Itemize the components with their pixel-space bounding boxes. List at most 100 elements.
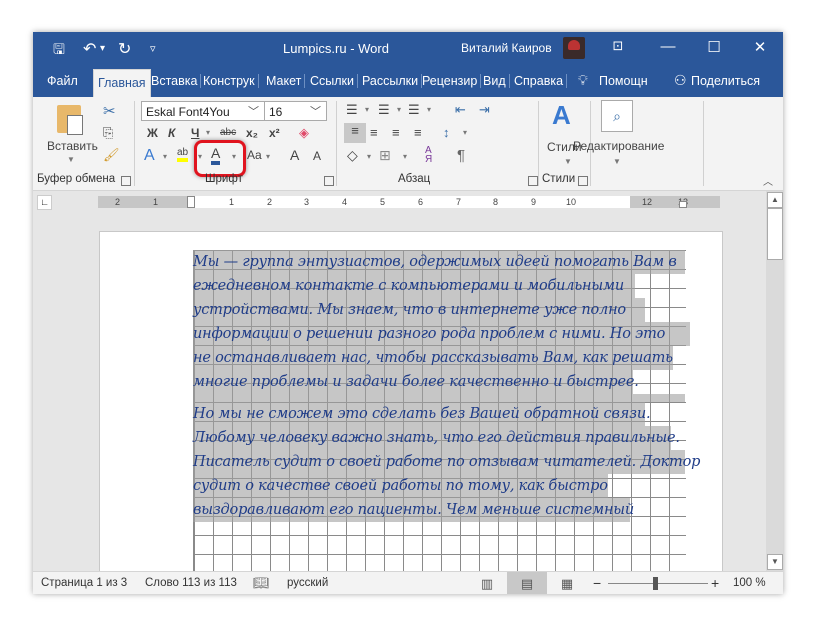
tab-review[interactable]: Рецензир (422, 74, 482, 88)
ribbon-display-options-icon[interactable]: ⊡ (603, 38, 633, 54)
font-launcher-icon[interactable] (324, 176, 334, 186)
bullets-icon[interactable]: ☰ (346, 102, 358, 118)
highlight-color-button[interactable]: ab (177, 147, 189, 162)
maximize-button[interactable]: ☐ (699, 38, 729, 56)
save-icon[interactable]: 🖫 (53, 39, 65, 63)
text-line[interactable]: Мы — группа энтузиастов, одержимых идеей… (193, 250, 685, 274)
text-line[interactable]: многие проблемы и задачи более качествен… (193, 370, 639, 394)
borders-dropdown-icon[interactable]: ▾ (403, 152, 407, 161)
paragraph-launcher-icon[interactable] (528, 176, 538, 186)
language[interactable]: русский (287, 577, 328, 589)
paste-dropdown-icon[interactable]: ▼ (67, 155, 75, 164)
bold-button[interactable]: Ж (147, 126, 158, 140)
superscript-button[interactable]: x² (269, 126, 280, 140)
read-mode-icon[interactable]: ▥ (467, 572, 507, 594)
undo-dropdown-icon[interactable]: ▾ (100, 43, 105, 54)
text-line[interactable]: судит о качестве своей работы по тому, к… (193, 474, 608, 498)
find-icon[interactable]: ⌕ (601, 100, 633, 132)
numbering-dropdown-icon[interactable]: ▾ (397, 105, 401, 114)
strikethrough-button[interactable]: abc (220, 127, 236, 138)
tab-layout[interactable]: Макет (266, 74, 306, 88)
cut-icon[interactable]: ✂ (103, 102, 116, 120)
text-line[interactable]: выздоравливают его пациенты. Чем меньше … (193, 498, 634, 522)
scroll-up-icon[interactable]: ▲ (767, 192, 783, 208)
undo-icon[interactable]: ↶ (83, 39, 96, 59)
styles-launcher-icon[interactable] (578, 176, 588, 186)
vertical-scrollbar[interactable]: ▲ ▼ (766, 191, 783, 571)
text-line[interactable]: устройствами. Мы знаем, что в интернете … (193, 298, 645, 322)
line-spacing-dropdown-icon[interactable]: ▾ (463, 128, 467, 137)
paste-icon[interactable] (57, 105, 83, 135)
editing-dropdown-icon[interactable]: ▼ (613, 157, 621, 166)
paste-button[interactable]: Вставить (47, 139, 98, 153)
text-line[interactable]: Но мы не сможем это сделать без Вашей об… (193, 402, 651, 426)
share-button[interactable]: Поделиться (691, 74, 760, 88)
align-left-button[interactable]: ≡ (344, 123, 366, 143)
customize-qat-icon[interactable]: ▿ (150, 42, 156, 55)
font-size-combo[interactable]: 16 ﹀ (264, 101, 327, 121)
tab-help[interactable]: Справка (514, 74, 568, 88)
text-line[interactable]: не останавливает нас, чтобы рассказывать… (193, 346, 673, 370)
underline-button[interactable]: Ч (191, 126, 199, 140)
align-center-button[interactable]: ≡ (370, 125, 378, 140)
user-name[interactable]: Виталий Каиров (461, 41, 552, 55)
styles-dropdown-icon[interactable]: ▼ (564, 157, 572, 166)
page-count[interactable]: Страница 1 из 3 (41, 577, 127, 589)
clipboard-launcher-icon[interactable] (121, 176, 131, 186)
print-layout-icon[interactable]: ▤ (507, 572, 547, 594)
justify-button[interactable]: ≡ (414, 125, 422, 140)
styles-icon[interactable]: A (552, 100, 571, 131)
zoom-slider-thumb[interactable] (653, 577, 658, 590)
zoom-slider[interactable] (608, 583, 708, 584)
editing-button[interactable]: Редактирование (573, 139, 664, 153)
bullets-dropdown-icon[interactable]: ▾ (365, 105, 369, 114)
show-marks-button[interactable]: ¶ (457, 147, 465, 164)
word-count[interactable]: Слово 113 из 113 (145, 577, 237, 589)
sort-icon[interactable]: AЯ (425, 146, 432, 165)
tab-home[interactable]: Главная (93, 69, 151, 98)
page[interactable]: Мы — группа энтузиастов, одержимых идеей… (99, 231, 723, 571)
change-case-dropdown-icon[interactable]: ▾ (266, 152, 270, 161)
grow-font-button[interactable]: A (290, 147, 299, 163)
shading-dropdown-icon[interactable]: ▾ (367, 152, 371, 161)
multilevel-list-icon[interactable]: ☰ (408, 102, 420, 118)
zoom-out-button[interactable]: − (593, 575, 601, 591)
line-spacing-icon[interactable]: ↕ (443, 125, 450, 140)
format-painter-icon[interactable]: 🖌︎ (103, 147, 120, 163)
shrink-font-button[interactable]: A (313, 149, 321, 163)
underline-dropdown-icon[interactable]: ▾ (206, 128, 210, 137)
text-effects-dropdown-icon[interactable]: ▾ (163, 152, 167, 161)
clear-formatting-icon[interactable]: ◈ (299, 125, 309, 141)
text-line[interactable]: Любому человеку важно знать, что его дей… (193, 426, 680, 450)
proofing-icon[interactable]: 📖︎ (253, 575, 270, 591)
redo-icon[interactable]: ↻ (118, 39, 131, 59)
collapse-ribbon-icon[interactable]: ︿ (763, 173, 773, 188)
scroll-down-icon[interactable]: ▼ (767, 554, 783, 570)
tab-selector-icon[interactable]: ∟ (37, 195, 52, 210)
text-line[interactable]: Писатель судит о своей работе по отзывам… (193, 450, 700, 474)
subscript-button[interactable]: x₂ (246, 126, 258, 140)
shading-icon[interactable]: ◇ (347, 147, 358, 164)
zoom-level[interactable]: 100 % (733, 577, 766, 589)
tab-view[interactable]: Вид (483, 74, 510, 88)
close-button[interactable]: ✕ (745, 38, 775, 56)
horizontal-ruler[interactable]: 2 1 1 2 3 4 5 6 7 8 9 10 12 13 (98, 196, 720, 208)
text-effects-icon[interactable]: A (144, 147, 155, 165)
font-name-combo[interactable]: Eskal Font4You ﹀ (141, 101, 265, 121)
numbering-icon[interactable]: ☰ (378, 102, 390, 118)
zoom-in-button[interactable]: + (711, 575, 719, 591)
decrease-indent-icon[interactable]: ⇤ (455, 102, 466, 118)
change-case-button[interactable]: Aa (247, 148, 262, 162)
scroll-thumb[interactable] (767, 208, 783, 260)
avatar[interactable] (563, 37, 585, 59)
italic-button[interactable]: К (168, 126, 175, 140)
right-indent-marker[interactable] (679, 201, 687, 208)
indent-marker[interactable] (187, 196, 195, 208)
align-right-button[interactable]: ≡ (392, 125, 400, 140)
increase-indent-icon[interactable]: ⇥ (479, 102, 490, 118)
minimize-button[interactable]: — (653, 38, 683, 55)
tab-mailings[interactable]: Рассылки (362, 74, 423, 88)
tab-design[interactable]: Конструк (203, 74, 259, 88)
borders-icon[interactable]: ⊞ (379, 147, 391, 164)
web-layout-icon[interactable]: ▦ (547, 572, 587, 594)
